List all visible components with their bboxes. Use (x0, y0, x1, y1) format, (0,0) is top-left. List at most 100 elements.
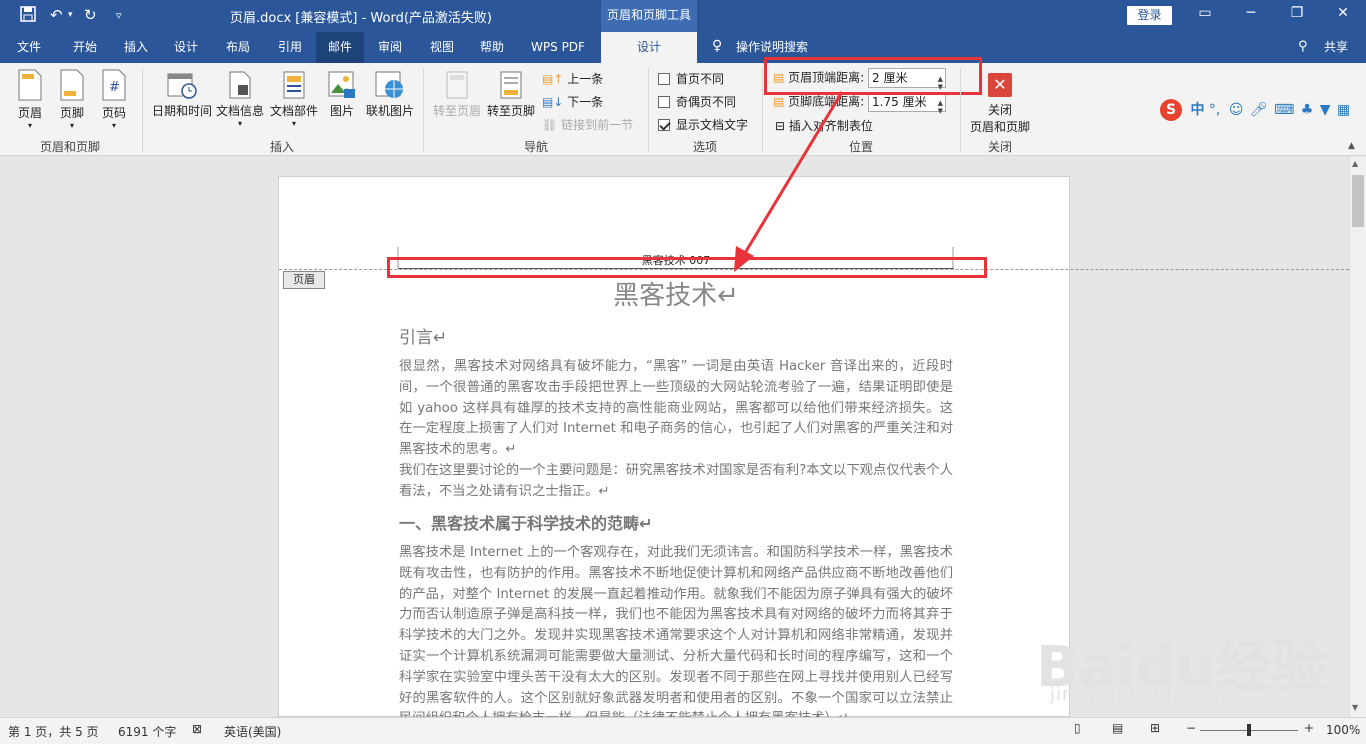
footer-dropdown-icon: ▾ (69, 121, 74, 130)
date-time-label: 日期和时间 (151, 104, 212, 118)
emoji-icon[interactable]: ☺ (1229, 102, 1244, 118)
footer-bottom-distance-input[interactable]: 1.75 厘米 ▲ ▼ (868, 92, 947, 115)
tab-view[interactable]: 视图 (416, 32, 468, 63)
doc-parts-button[interactable]: 文档部件 ▾ (266, 71, 322, 128)
doc-parts-label: 文档部件 (269, 104, 318, 118)
tab-help[interactable]: 帮助 (468, 32, 516, 63)
goto-footer-label: 转至页脚 (486, 104, 535, 118)
grid-menu-icon[interactable]: ▦ (1337, 102, 1350, 118)
close-label-line2: 页眉和页脚 (969, 120, 1030, 134)
footer-label: 页脚 (59, 106, 84, 120)
tab-layout[interactable]: 布局 (212, 32, 264, 63)
header-tag: 页眉 (283, 271, 325, 289)
previous-section-icon: ▤↑ (542, 72, 564, 86)
close-header-footer-button[interactable]: ✕ 关闭 页眉和页脚 (966, 73, 1034, 135)
link-to-previous-button[interactable]: ⛓ 链接到前一节 (542, 116, 633, 133)
sogou-logo-icon[interactable]: S (1160, 99, 1182, 121)
goto-footer-button[interactable]: 转至页脚 (484, 71, 538, 119)
doc-info-button[interactable]: 文档信息 ▾ (214, 71, 266, 128)
document-title: 页眉.docx [兼容模式] - Word(产品激活失败) (230, 11, 492, 26)
picture-button[interactable]: 图片 (322, 71, 362, 119)
group-label-insert: 插入 (269, 140, 294, 154)
page-number-button[interactable]: # 页码 ▾ (94, 69, 134, 130)
proofing-icon[interactable]: ⊠ (192, 722, 202, 736)
link-icon: ⛓ (542, 118, 558, 132)
tab-file[interactable]: 文件 (0, 32, 58, 63)
read-mode-icon[interactable]: ▯ (1074, 721, 1081, 735)
close-window-icon[interactable]: ✕ (1328, 5, 1358, 21)
goto-header-button[interactable]: 转至页眉 (430, 71, 484, 119)
picture-icon (322, 71, 362, 102)
microphone-icon[interactable]: 🎤︎ (1250, 102, 1268, 118)
login-button[interactable]: 登录 (1127, 6, 1172, 25)
different-first-page-checkbox[interactable]: 首页不同 (658, 70, 724, 87)
redo-icon[interactable]: ↻ (84, 6, 97, 24)
scroll-up-icon[interactable]: ▲ (1352, 159, 1358, 168)
tab-mailings[interactable]: 邮件 (316, 32, 364, 63)
keyboard-icon[interactable]: ⌨ (1274, 102, 1294, 118)
undo-dropdown-icon[interactable]: ▾ (68, 10, 73, 20)
zoom-slider-thumb[interactable] (1247, 724, 1251, 736)
online-picture-icon (362, 71, 418, 102)
previous-button[interactable]: ▤↑ 上一条 (542, 70, 603, 87)
heading-section-1[interactable]: 一、黑客技术属于科学技术的范畴↵ (399, 510, 953, 534)
annotation-arrow (734, 91, 844, 272)
zoom-level[interactable]: 100% (1326, 723, 1360, 737)
paragraph-3[interactable]: 黑客技术是 Internet 上的一个客观存在，对此我们无须讳言。和国防科学技术… (399, 543, 953, 717)
toolbox-icon[interactable]: ♣ (1301, 102, 1314, 118)
group-separator (142, 68, 143, 152)
tab-insert[interactable]: 插入 (112, 32, 160, 63)
ime-punctuation-mode[interactable]: °, (1209, 102, 1220, 118)
customize-qat-icon[interactable]: ▿ (116, 9, 122, 22)
tab-home[interactable]: 开始 (58, 32, 112, 63)
paragraph-1[interactable]: 很显然，黑客技术对网络具有破坏能力，“黑客” 一词是由英语 Hacker 音译出… (399, 357, 953, 461)
print-layout-icon[interactable]: ▤ (1112, 721, 1123, 735)
page-number-label: 页码 (101, 106, 126, 120)
footer-button[interactable]: 页脚 ▾ (52, 69, 92, 130)
undo-icon[interactable]: ↶ (50, 6, 63, 24)
footer-page-icon (52, 69, 92, 104)
spin-down-icon[interactable]: ▼ (938, 102, 943, 120)
word-count-status[interactable]: 6191 个字 (118, 723, 176, 740)
group-separator (960, 68, 961, 152)
ime-toolbar: S 中 °, ☺ 🎤︎ ⌨ ♣ ▼ ▦ (1160, 99, 1350, 123)
online-picture-button[interactable]: 联机图片 (362, 71, 418, 119)
heading-intro[interactable]: 引言↵ (399, 323, 953, 348)
online-picture-label: 联机图片 (365, 104, 414, 118)
tab-design-doc[interactable]: 设计 (160, 32, 212, 63)
save-icon[interactable] (20, 6, 36, 26)
next-section-icon: ▤↓ (542, 95, 564, 109)
lightbulb-icon: ♀ (712, 38, 723, 54)
web-layout-icon[interactable]: ⊞ (1150, 721, 1160, 735)
group-label-close: 关闭 (987, 140, 1012, 154)
paragraph-2[interactable]: 我们在这里要讨论的一个主要问题是：研究黑客技术对国家是否有利?本文以下观点仅代表… (399, 461, 953, 503)
goto-footer-icon (484, 71, 538, 102)
ribbon-display-options-icon[interactable]: ▭ (1190, 5, 1220, 21)
zoom-in-icon[interactable]: + (1304, 721, 1314, 735)
page-number-icon: # (94, 69, 134, 104)
share-button[interactable]: 共享 (1316, 32, 1356, 63)
minimize-icon[interactable]: ─ (1236, 5, 1266, 21)
scrollbar-thumb[interactable] (1352, 175, 1364, 227)
document-title-heading[interactable]: 黑客技术↵ (399, 275, 953, 312)
header-button[interactable]: 页眉 ▾ (10, 69, 50, 130)
next-button[interactable]: ▤↓ 下一条 (542, 93, 603, 110)
doc-parts-dropdown-icon: ▾ (291, 119, 296, 128)
restore-icon[interactable]: ❐ (1282, 5, 1312, 21)
checkbox-unchecked (658, 73, 670, 85)
tab-wps-pdf[interactable]: WPS PDF (516, 32, 600, 63)
scroll-down-icon[interactable]: ▼ (1352, 703, 1358, 712)
collapse-ribbon-icon[interactable]: ▲ (1348, 141, 1355, 151)
tab-review[interactable]: 审阅 (364, 32, 416, 63)
tab-header-footer-design[interactable]: 设计 (601, 32, 697, 63)
page-count-status[interactable]: 第 1 页，共 5 页 (8, 723, 99, 740)
calendar-icon (150, 71, 214, 102)
date-time-button[interactable]: 日期和时间 (150, 71, 214, 119)
zoom-out-icon[interactable]: − (1186, 721, 1196, 735)
skin-shirt-icon[interactable]: ▼ (1320, 102, 1331, 118)
tab-references[interactable]: 引用 (264, 32, 316, 63)
ime-chinese-mode[interactable]: 中 (1190, 102, 1204, 118)
title-bar: ↶ ▾ ↻ ▿ 页眉.docx [兼容模式] - Word(产品激活失败) 页眉… (0, 0, 1366, 32)
language-status[interactable]: 英语(美国) (224, 723, 281, 740)
vertical-scrollbar[interactable]: ▲ ▼ (1349, 157, 1366, 717)
